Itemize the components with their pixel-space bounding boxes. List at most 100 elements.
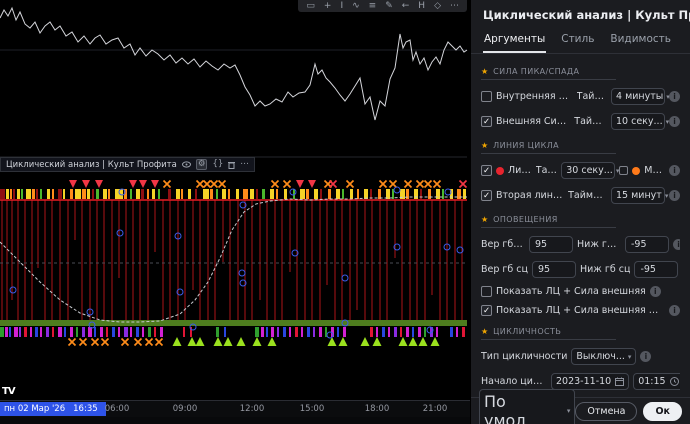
info-icon[interactable]: i [669,116,680,127]
timeframe-dropdown[interactable]: 30 секу...▾ [561,162,615,179]
checkbox[interactable]: ✓ [481,165,492,176]
checkbox[interactable]: ✓ [481,116,492,127]
chart-area[interactable]: TV ▭ + I ∿ ≡ ✎ ← H ◇ ⋯ Циклический анализ | Культ… [0,0,470,424]
date-input[interactable]: 2023-11-10 [551,373,629,390]
gear-icon[interactable]: ⚙ [196,159,208,170]
field-label: Показать ЛЦ + Сила внешняя + сц [496,305,665,316]
cycle-type-dropdown[interactable]: Выключ...▾ [571,348,636,365]
dialog-header: Циклический анализ | Культ Профита × [471,0,690,26]
settings-row: Внутренняя Сила пика/спадаТаймфрейм4 мин… [481,88,680,105]
dropdown-value: 30 секу... [566,165,613,176]
clock-icon [670,377,679,386]
info-icon[interactable]: i [673,239,680,250]
parallel-channel-tool[interactable]: ≡ [369,1,377,11]
rectangle-tool[interactable]: ▭ [306,1,315,11]
checkbox[interactable] [481,91,492,102]
section-header: ★ ЛИНИЯ ЦИКЛА [481,141,616,154]
time-value: 01:15 [638,376,665,387]
section-title: ОПОВЕЩЕНИЯ [493,215,558,224]
field-label: Показать ЛЦ + Сила внешняя [496,286,646,297]
date-value: 2023-11-10 [556,376,611,387]
arrow-tool[interactable]: ← [402,1,410,11]
eye-icon[interactable] [182,161,191,168]
threshold-input[interactable] [625,236,669,253]
time-input[interactable]: 01:15 [633,373,680,390]
chevron-down-icon: ▾ [567,407,571,415]
ok-button[interactable]: Ок [643,402,682,421]
indicator-titlebar: Циклический анализ | Культ Профита ⚙ {} … [0,157,255,172]
pattern-tool[interactable]: H [418,1,425,11]
threshold-input[interactable] [529,236,573,253]
wave-pattern-tool[interactable]: ∿ [352,1,360,11]
signal-dashed-curve [0,197,467,322]
cycle-lines [2,200,462,322]
info-icon[interactable]: i [650,286,661,297]
info-icon[interactable]: i [640,351,651,362]
buy-triangles [173,337,440,346]
field-label: Ниж гб лц [577,239,621,250]
info-icon[interactable]: i [669,165,680,176]
settings-row: Показать ЛЦ + Сила внешняя i [481,286,680,297]
diamond-tool[interactable]: ◇ [434,1,441,11]
text-cursor-tool[interactable]: I [340,1,343,11]
timeframe-dropdown[interactable]: 4 минуты▾ [611,88,665,105]
cancel-button[interactable]: Отмена [575,402,637,421]
star-icon: ★ [481,142,488,150]
settings-row: Вер гб сцНиж гб сц [481,261,680,278]
section-header: ★ЦИКЛИЧНОСТЬ [481,327,616,340]
tab-видимость[interactable]: Видимость [609,30,672,53]
more-tools[interactable]: ⋯ [450,1,459,11]
dialog-footer: По умол...▾ Отмена Ок [471,397,690,424]
settings-row: ✓ Вторая линия цикла Таймфрейм 15 минут▾ i [481,187,680,204]
section-title: ЛИНИЯ ЦИКЛА [493,141,559,150]
field-label: Вер гб сц [481,264,528,275]
field-label: Таймфрейм [536,165,557,176]
time-axis[interactable]: пн 02 Мар '26 16:35 06:0009:0012:0015:00… [0,400,470,417]
settings-row: ✓Внешняя Сила пика/спадаТаймфрейм10 секу… [481,113,680,130]
trash-icon[interactable] [228,161,235,169]
color-dot [496,167,504,175]
info-icon[interactable]: i [669,91,680,102]
section-title: ЦИКЛИЧНОСТЬ [493,327,561,336]
color-dot [632,167,640,175]
settings-row: ✓Линия циклаТаймфрейм30 секу...▾Медленна… [481,162,680,179]
time-tick-label: 06:00 [105,404,130,414]
indicator-settings-dialog: Циклический анализ | Культ Профита × Арг… [470,0,690,424]
field-label: Медленная [644,165,665,176]
price-line-series [0,8,467,120]
threshold-input[interactable] [634,261,678,278]
tab-аргументы[interactable]: Аргументы [483,30,546,53]
dropdown-value: 4 минуты [616,91,663,102]
time-tick-label: 12:00 [240,404,265,414]
tab-стиль[interactable]: Стиль [560,30,595,53]
dialog-title: Циклический анализ | Культ Профита [483,8,690,22]
source-code-icon[interactable]: {} [212,160,223,169]
time-tick-label: 18:00 [365,404,390,414]
settings-row: Тип цикличностиВыключ...▾i [481,348,680,365]
field-label: Внутренняя Сила пика/спада [496,91,573,102]
checkbox[interactable]: ✓ [481,305,492,316]
dropdown-value: 10 секу... [616,116,663,127]
checkbox[interactable]: ✓ [481,190,492,201]
threshold-input[interactable] [532,261,576,278]
info-icon[interactable]: i [669,190,680,201]
section-header: ★СИЛА ПИКА/СПАДА [481,67,616,80]
info-icon[interactable]: i [669,305,680,316]
field-label: Таймфрейм [568,190,607,201]
more-icon[interactable]: ⋯ [240,160,249,169]
trading-platform-window: TV ▭ + I ∿ ≡ ✎ ← H ◇ ⋯ Циклический анализ | Культ… [0,0,690,424]
drawing-toolbar: ▭ + I ∿ ≡ ✎ ← H ◇ ⋯ [298,0,467,12]
checkbox[interactable] [619,166,628,175]
chart-canvas[interactable]: TV [0,0,470,424]
timeframe-dropdown[interactable]: 10 секу...▾ [611,113,665,130]
checkbox[interactable] [481,286,492,297]
cross-tool[interactable]: + [324,1,332,11]
x-marks-bottom [69,339,163,346]
brush-tool[interactable]: ✎ [385,1,393,11]
green-band [0,320,467,326]
field-label: Вер гб лц [481,239,525,250]
dialog-content: ★СИЛА ПИКА/СПАДА Внутренняя Сила пика/спа… [471,54,690,397]
badge-date: пн 02 Мар '26 [4,404,65,414]
timeframe-dropdown[interactable]: 15 минут▾ [611,187,665,204]
field-label: Вторая линия цикла [496,190,564,201]
